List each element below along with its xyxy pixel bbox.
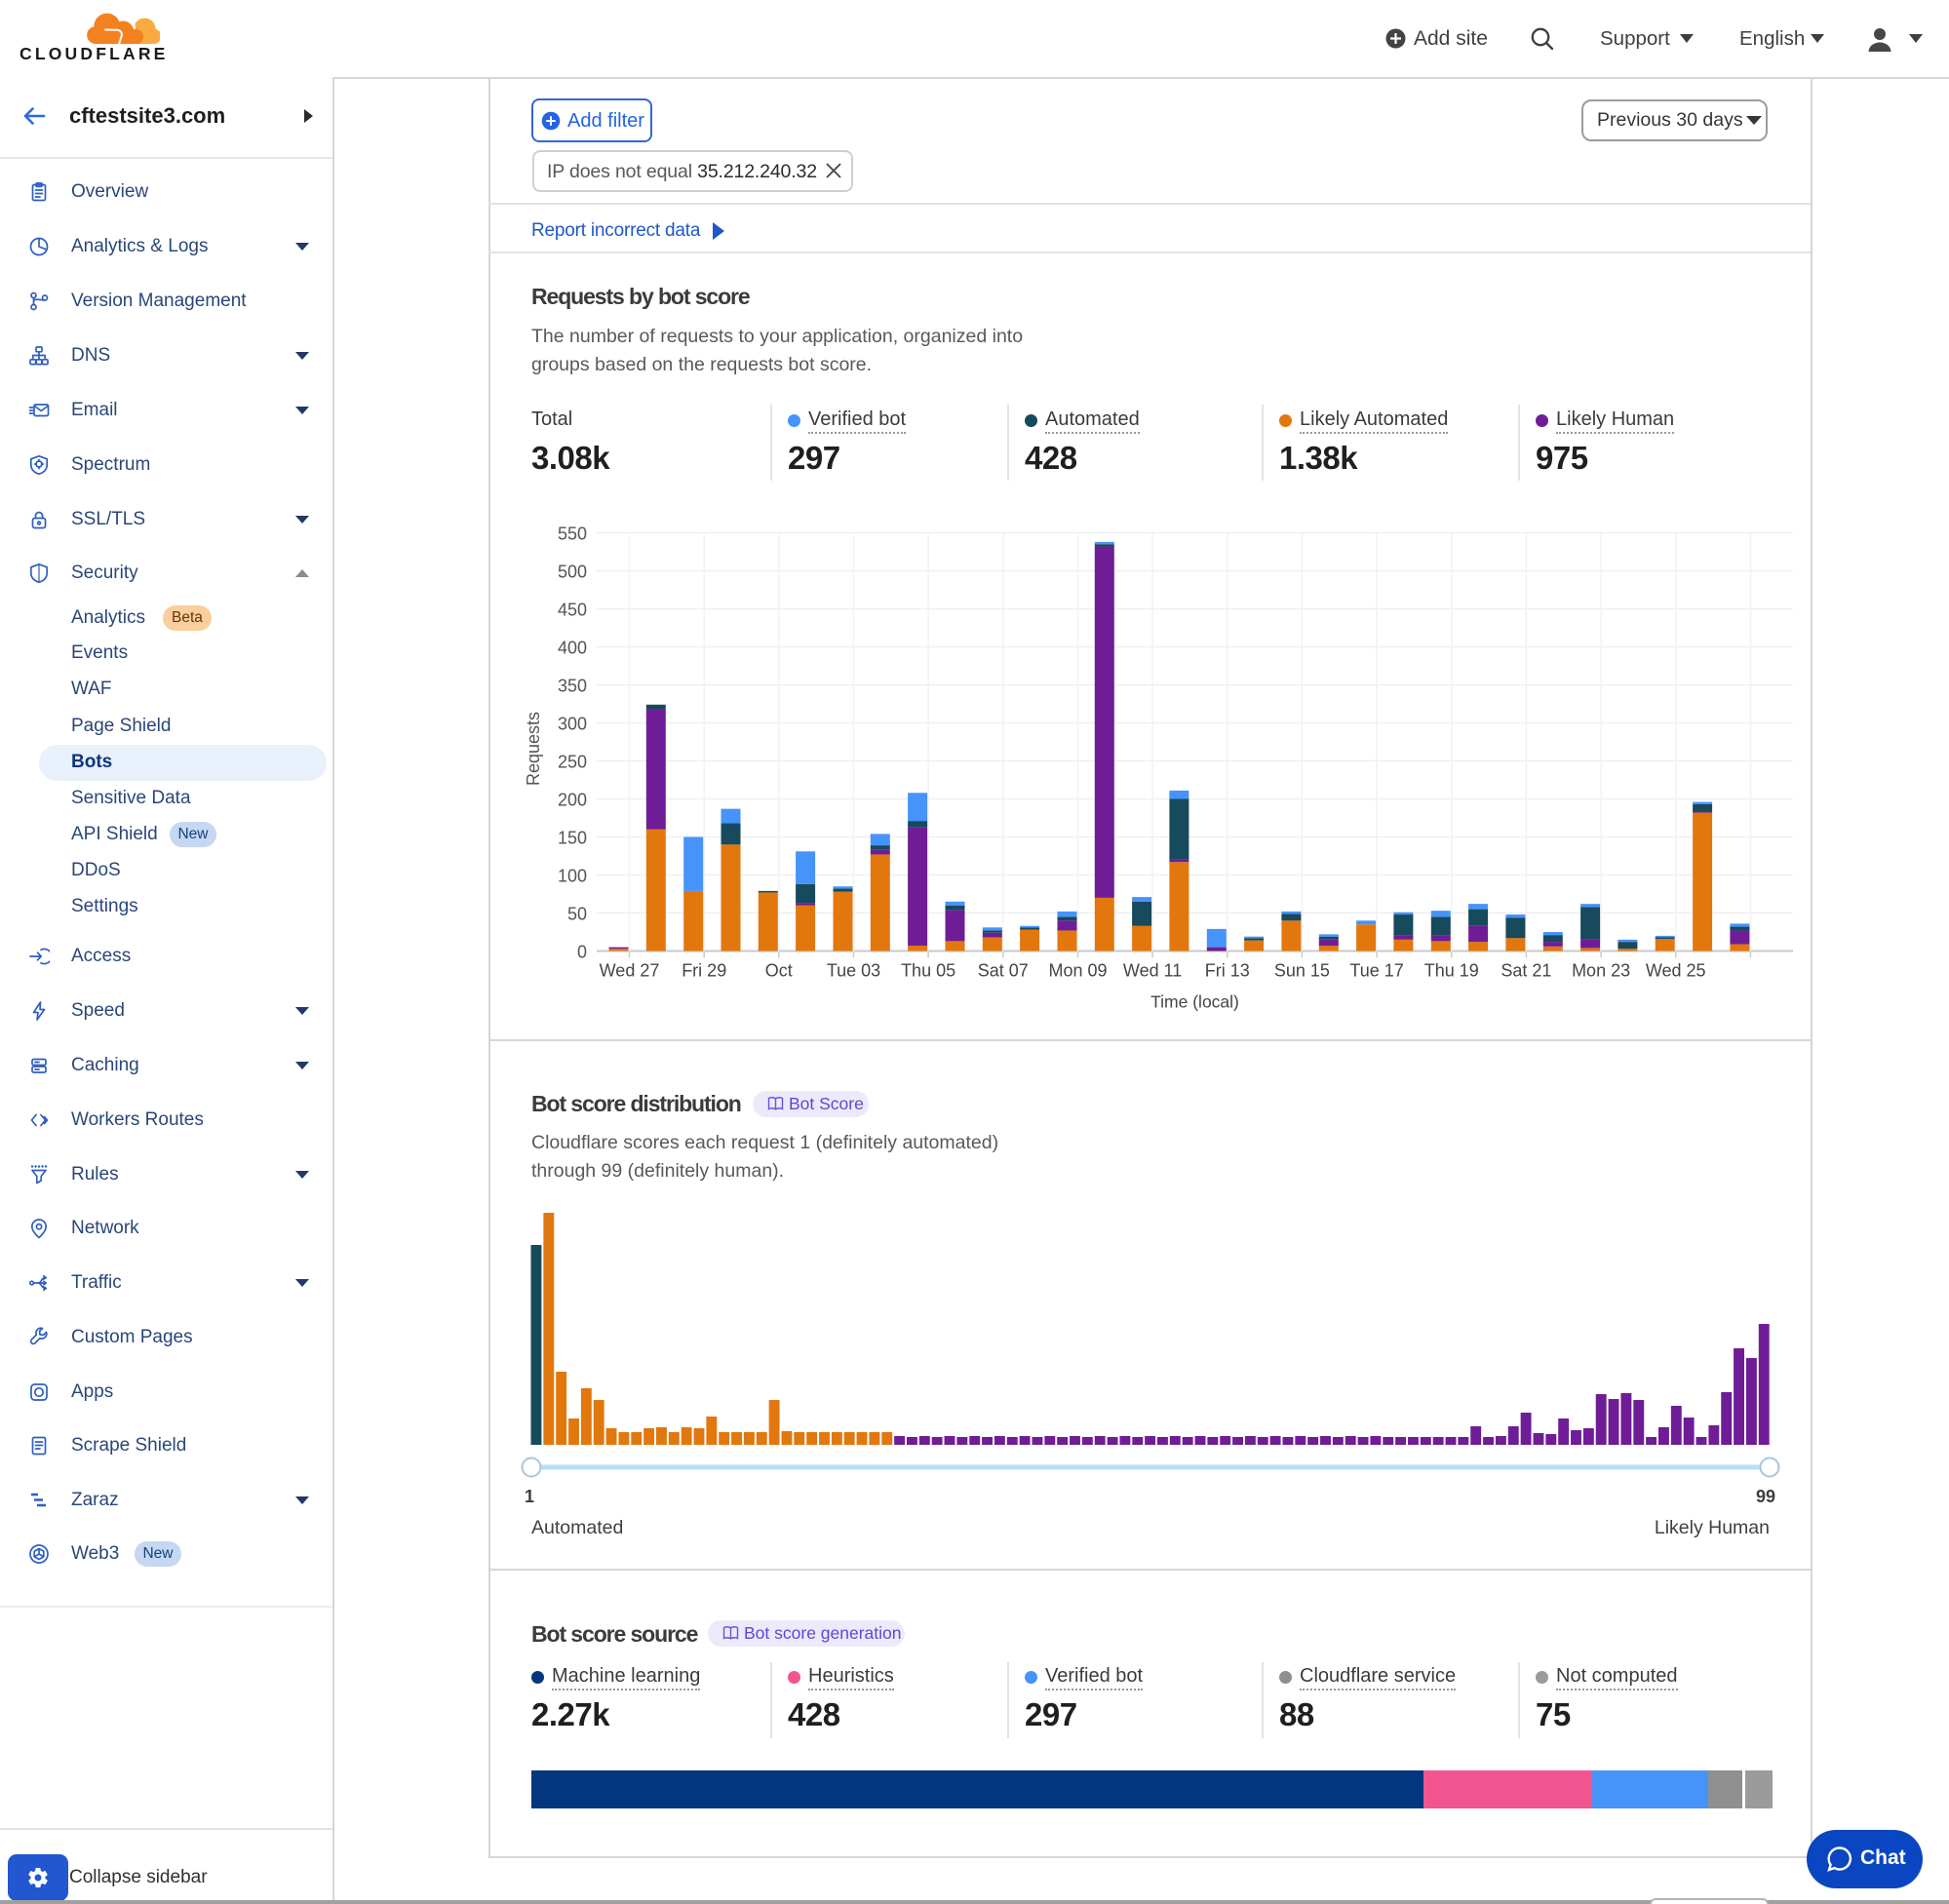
svg-text:Thu 05: Thu 05 [901,961,955,981]
svg-text:Thu 19: Thu 19 [1424,961,1479,981]
svg-text:Fri 29: Fri 29 [682,961,726,981]
svg-text:250: 250 [558,753,587,772]
svg-text:Sun 15: Sun 15 [1274,961,1330,981]
svg-text:Sat 21: Sat 21 [1501,961,1551,981]
svg-text:350: 350 [558,677,587,696]
svg-text:450: 450 [558,601,587,620]
svg-text:Wed 27: Wed 27 [600,961,660,981]
svg-text:50: 50 [567,905,587,924]
svg-text:Time (local): Time (local) [1150,992,1239,1012]
svg-text:1: 1 [525,1487,534,1506]
svg-text:Automated: Automated [531,1517,623,1538]
svg-text:Sat 07: Sat 07 [978,961,1029,981]
svg-text:Fri 13: Fri 13 [1205,961,1250,981]
svg-text:500: 500 [558,563,587,582]
svg-text:Oct: Oct [765,961,793,981]
svg-text:400: 400 [558,639,587,658]
svg-text:200: 200 [558,791,587,810]
svg-text:Likely Human: Likely Human [1655,1517,1770,1538]
svg-text:99: 99 [1756,1487,1775,1506]
svg-text:Tue 17: Tue 17 [1349,961,1403,981]
svg-text:550: 550 [558,525,587,544]
svg-text:Requests: Requests [524,712,543,786]
svg-text:0: 0 [577,943,587,962]
svg-text:300: 300 [558,715,587,734]
svg-text:Mon 23: Mon 23 [1572,961,1630,981]
svg-text:Wed 11: Wed 11 [1123,961,1182,981]
svg-text:150: 150 [558,829,587,848]
svg-text:Wed 25: Wed 25 [1646,961,1706,981]
svg-text:Tue 03: Tue 03 [827,961,880,981]
svg-text:Mon 09: Mon 09 [1048,961,1107,981]
svg-text:100: 100 [558,867,587,886]
